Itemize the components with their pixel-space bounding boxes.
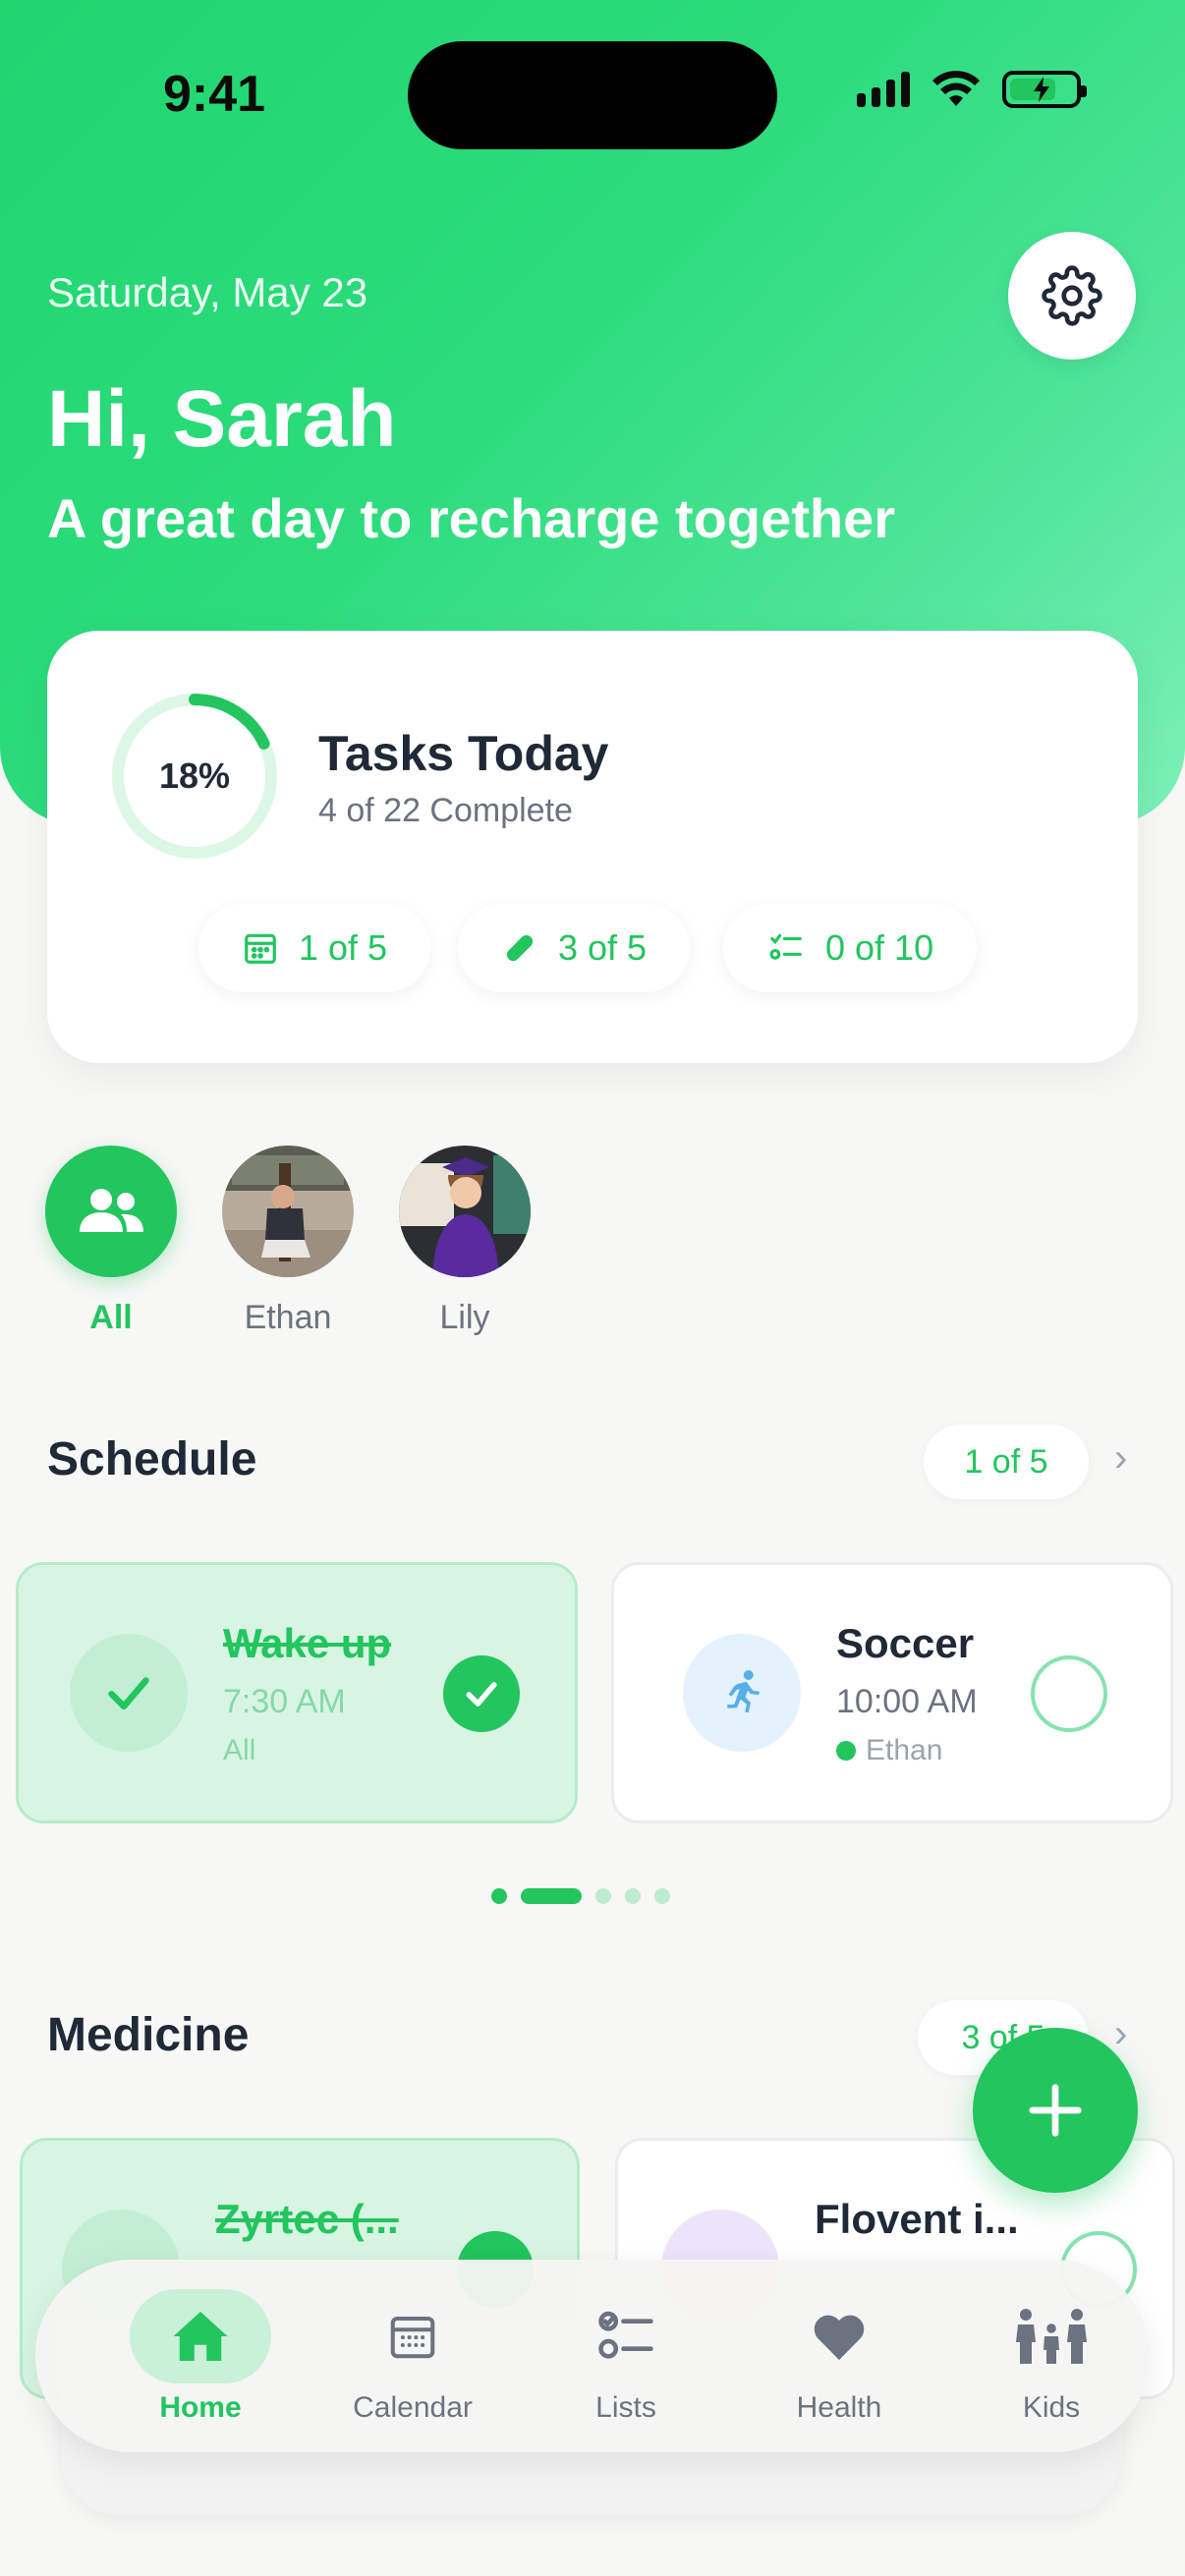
tab-health[interactable]: Health bbox=[751, 2289, 928, 2425]
wifi-icon bbox=[932, 71, 980, 106]
progress-percent: 18% bbox=[158, 756, 231, 796]
member-ethan[interactable]: Ethan bbox=[222, 1146, 354, 1337]
tab-label: Health bbox=[796, 2391, 882, 2424]
tab-kids[interactable]: Kids bbox=[963, 2289, 1140, 2425]
tab-calendar[interactable]: Calendar bbox=[324, 2289, 501, 2425]
pill-label: 0 of 10 bbox=[825, 927, 934, 968]
heart-icon bbox=[751, 2289, 928, 2383]
lists-count-pill[interactable]: 0 of 10 bbox=[723, 904, 978, 992]
member-label: Ethan bbox=[244, 1299, 332, 1336]
schedule-card-soccer[interactable]: Soccer 10:00 AM Ethan bbox=[611, 1562, 1173, 1823]
chevron-right-icon[interactable]: › bbox=[1114, 2012, 1127, 2056]
checkmark-icon bbox=[466, 1682, 497, 1707]
task-name: Zyrtec (... bbox=[215, 2196, 399, 2242]
task-who: All bbox=[223, 1734, 255, 1767]
avatar bbox=[45, 1146, 177, 1277]
check-icon bbox=[70, 1634, 188, 1752]
task-who: Ethan bbox=[836, 1734, 942, 1767]
task-name: Soccer bbox=[836, 1620, 975, 1666]
tagline: A great day to recharge together bbox=[47, 487, 896, 549]
tasks-subtitle: 4 of 22 Complete bbox=[318, 792, 573, 829]
member-dot bbox=[836, 1741, 856, 1761]
avatar bbox=[222, 1146, 354, 1277]
signal-icon bbox=[857, 72, 910, 107]
member-lily[interactable]: Lily bbox=[399, 1146, 531, 1337]
page-indicator bbox=[491, 1888, 670, 1904]
member-all[interactable]: All bbox=[45, 1146, 177, 1337]
task-name: Wake up bbox=[223, 1620, 392, 1666]
status-icons bbox=[857, 71, 1087, 108]
add-button[interactable] bbox=[973, 2028, 1138, 2193]
runner-icon bbox=[683, 1634, 801, 1752]
tab-label: Kids bbox=[1022, 2391, 1081, 2424]
page-dot bbox=[595, 1888, 611, 1904]
battery-icon bbox=[1002, 71, 1087, 108]
medicine-count-pill[interactable]: 3 of 5 bbox=[458, 904, 691, 992]
pill-label: 1 of 5 bbox=[299, 927, 388, 968]
task-name: Flovent i... bbox=[815, 2196, 1019, 2242]
tab-lists[interactable]: Lists bbox=[537, 2289, 714, 2425]
dynamic-island bbox=[408, 41, 777, 149]
page-dot-active bbox=[521, 1888, 582, 1904]
schedule-card-wakeup[interactable]: Wake up 7:30 AM All bbox=[16, 1562, 578, 1823]
pill-label: 3 of 5 bbox=[558, 927, 648, 968]
people-icon bbox=[80, 1189, 143, 1232]
tab-bar: Home Calendar Lists Health Kids bbox=[35, 2260, 1150, 2452]
member-label: Lily bbox=[439, 1299, 490, 1336]
checklist-icon bbox=[769, 933, 802, 960]
family-icon bbox=[963, 2289, 1140, 2383]
page-dot bbox=[625, 1888, 641, 1904]
greeting: Hi, Sarah bbox=[47, 374, 397, 464]
calendar-icon bbox=[245, 933, 276, 964]
schedule-count[interactable]: 1 of 5 bbox=[924, 1425, 1089, 1499]
status-time: 9:41 bbox=[163, 66, 266, 123]
schedule-title: Schedule bbox=[47, 1433, 257, 1485]
pill-icon bbox=[506, 934, 534, 962]
home-icon bbox=[130, 2289, 271, 2383]
task-time: 7:30 AM bbox=[223, 1683, 346, 1720]
calendar-icon bbox=[324, 2289, 501, 2383]
task-who-label: Ethan bbox=[866, 1734, 943, 1766]
date-label: Saturday, May 23 bbox=[47, 269, 368, 315]
schedule-count-pill[interactable]: 1 of 5 bbox=[198, 904, 431, 992]
page-dot bbox=[654, 1888, 670, 1904]
tab-label: Calendar bbox=[353, 2391, 473, 2424]
plus-icon bbox=[1029, 2084, 1082, 2137]
tab-label: Lists bbox=[595, 2391, 656, 2424]
page-dot bbox=[491, 1888, 507, 1904]
member-label: All bbox=[89, 1299, 133, 1336]
task-who-label: All bbox=[223, 1734, 256, 1766]
medicine-title: Medicine bbox=[47, 2009, 250, 2061]
task-complete-toggle[interactable] bbox=[1031, 1655, 1107, 1732]
task-time: 10:00 AM bbox=[836, 1683, 978, 1720]
chevron-right-icon[interactable]: › bbox=[1114, 1436, 1127, 1481]
task-complete-toggle[interactable] bbox=[443, 1655, 520, 1732]
tasks-today-card[interactable]: 18% Tasks Today 4 of 22 Complete 1 of 5 … bbox=[47, 631, 1138, 1063]
avatar bbox=[399, 1146, 531, 1277]
list-icon bbox=[537, 2289, 714, 2383]
gear-icon bbox=[1042, 265, 1102, 326]
tasks-title: Tasks Today bbox=[318, 726, 609, 781]
tab-label: Home bbox=[159, 2391, 242, 2424]
tab-home[interactable]: Home bbox=[112, 2289, 289, 2425]
settings-button[interactable] bbox=[1008, 232, 1136, 360]
